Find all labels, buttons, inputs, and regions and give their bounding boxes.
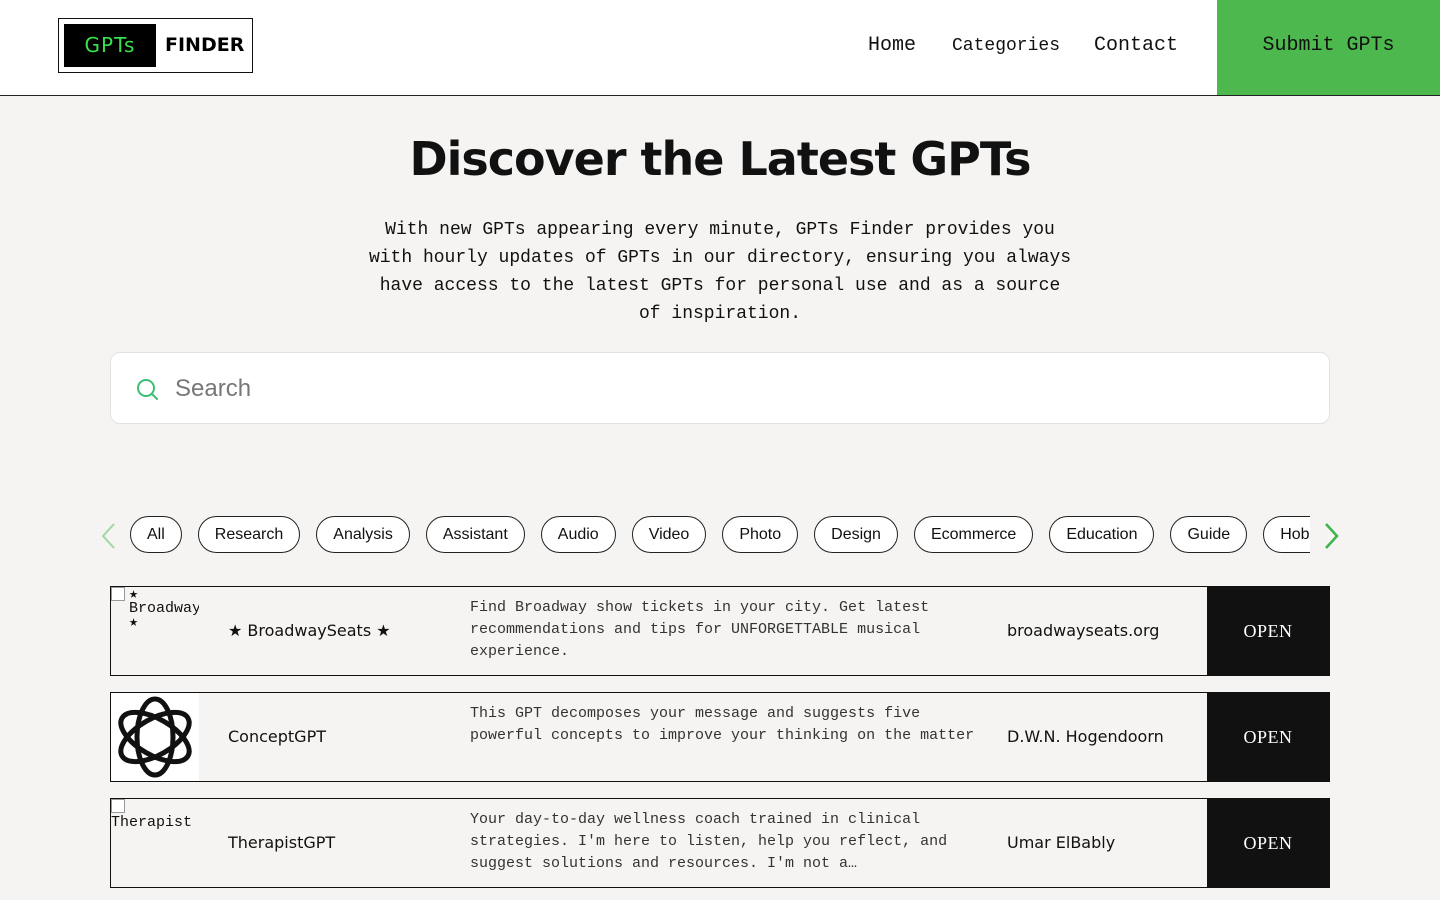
search-input[interactable]: [175, 367, 1295, 411]
hero-description: With new GPTs appearing every minute, GP…: [368, 220, 1072, 324]
submit-gpts-button[interactable]: Submit GPTs: [1217, 0, 1440, 95]
gpt-author: D.W.N. Hogendoorn: [1007, 727, 1164, 746]
open-button[interactable]: OPEN: [1207, 693, 1329, 781]
nav-categories-link[interactable]: Categories: [952, 0, 1060, 95]
chevron-left-icon[interactable]: [98, 520, 120, 552]
gpt-image-alt: Therapist: [111, 814, 193, 831]
category-chip[interactable]: All: [130, 516, 182, 553]
chevron-right-icon[interactable]: [1320, 520, 1342, 552]
category-chip[interactable]: Research: [197, 516, 301, 553]
category-track: All Research Analysis Assistant Audio Video Ph…: [130, 516, 1310, 553]
category-chip[interactable]: Ecommerce: [913, 516, 1034, 553]
gpt-row[interactable]: Therapist TherapistGPT Your day-to-day w…: [110, 798, 1330, 888]
category-chip[interactable]: Video: [631, 516, 707, 553]
page-title: Discover the Latest GPTs: [409, 132, 1031, 186]
gpt-image: Therapist: [111, 799, 199, 887]
open-button[interactable]: OPEN: [1207, 587, 1329, 675]
gpt-description: Your day-to-day wellness coach trained i…: [470, 811, 948, 872]
category-chip[interactable]: Hobby: [1263, 516, 1310, 553]
logo-finder: FINDER: [165, 34, 245, 56]
search-icon: [137, 379, 158, 400]
gpt-name[interactable]: ★ BroadwaySeats ★: [228, 587, 391, 675]
open-button[interactable]: OPEN: [1207, 799, 1329, 887]
gpt-row[interactable]: ★ BroadwayS ★ ★ BroadwaySeats ★ Find Bro…: [110, 586, 1330, 676]
site-logo[interactable]: GPTs FINDER: [58, 18, 253, 73]
gpt-description: This GPT decomposes your message and sug…: [470, 705, 975, 744]
nav-contact-link[interactable]: Contact: [1094, 0, 1178, 95]
category-chip[interactable]: Analysis: [316, 516, 410, 553]
gpt-name[interactable]: ConceptGPT: [228, 693, 326, 781]
category-chip[interactable]: Education: [1049, 516, 1155, 553]
gpt-author: broadwayseats.org: [1007, 621, 1160, 640]
gpt-name[interactable]: TherapistGPT: [228, 799, 335, 887]
category-chip[interactable]: Photo: [722, 516, 799, 553]
logo-gpts: GPTs: [64, 24, 156, 67]
gpt-image-alt: ★ BroadwayS ★: [129, 587, 199, 631]
broken-image-icon: [111, 799, 125, 813]
nav-home-link[interactable]: Home: [868, 0, 916, 95]
category-filter-bar: All Research Analysis Assistant Audio Video Ph…: [130, 516, 1310, 554]
site-header: GPTs FINDER Home Categories Contact Subm…: [0, 0, 1440, 96]
broken-image-icon: [111, 587, 125, 601]
gpt-description: Find Broadway show tickets in your city.…: [470, 599, 930, 660]
gpt-row[interactable]: ConceptGPT This GPT decomposes your mess…: [110, 692, 1330, 782]
category-chip[interactable]: Assistant: [425, 516, 525, 553]
category-chip[interactable]: Guide: [1170, 516, 1248, 553]
category-chip[interactable]: Design: [814, 516, 898, 553]
gpt-image: ★ BroadwayS ★: [111, 587, 199, 675]
category-chip[interactable]: Audio: [540, 516, 616, 553]
gpt-author: Umar ElBably: [1007, 833, 1116, 852]
openai-logo-icon: [118, 696, 192, 778]
search-box[interactable]: [110, 352, 1330, 424]
gpt-image: [111, 693, 199, 781]
